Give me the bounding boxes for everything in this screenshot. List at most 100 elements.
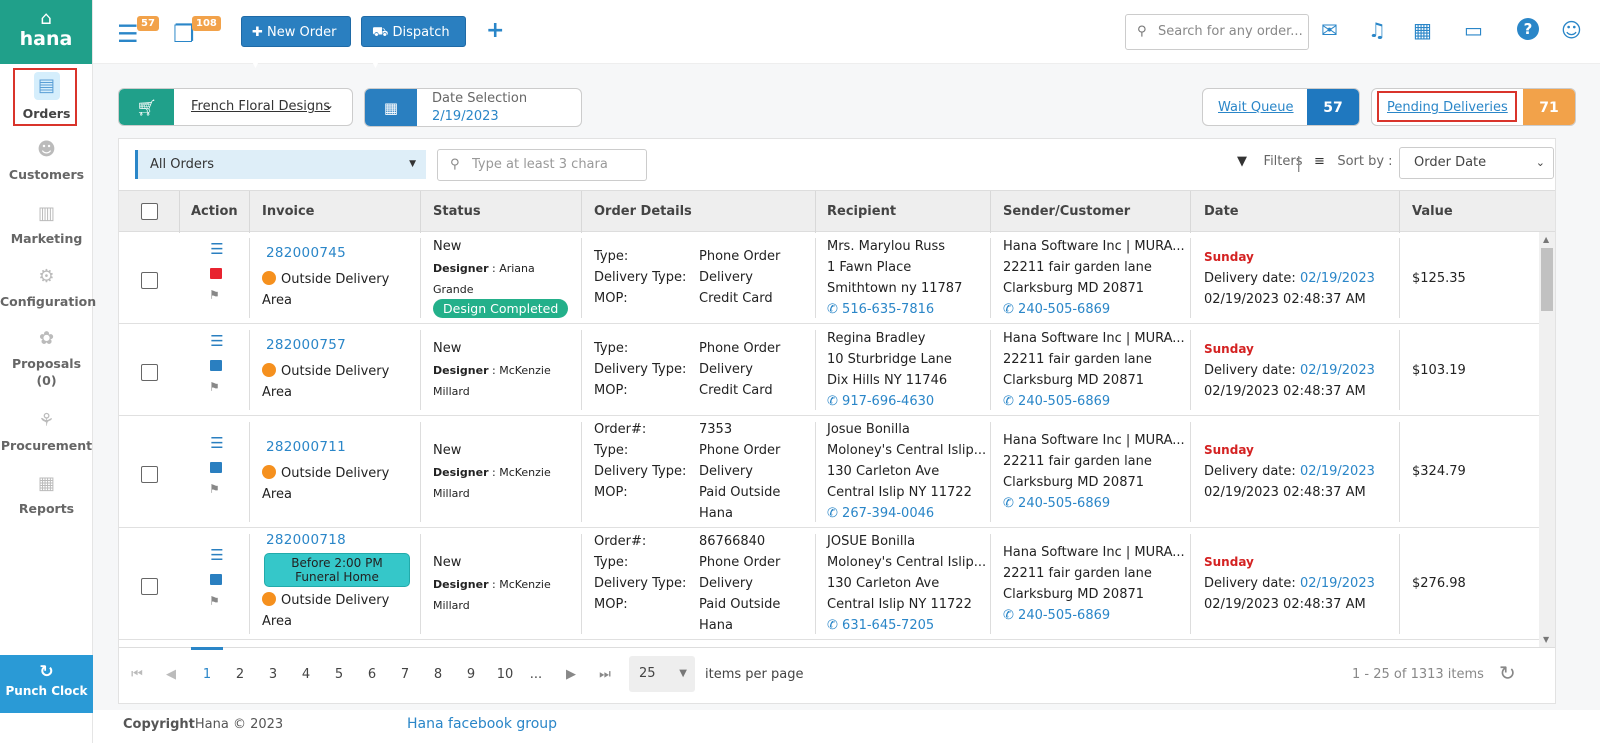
recipient-phone[interactable]: 267-394-0046 xyxy=(842,506,934,521)
help-icon[interactable]: ? xyxy=(1517,18,1539,40)
page-link[interactable]: 6 xyxy=(362,667,382,682)
invoice-link[interactable]: 282000711 xyxy=(266,439,346,455)
page-link[interactable]: 2 xyxy=(230,667,250,682)
recipient-city: Smithtown ny 11787 xyxy=(827,281,963,296)
invoice-link[interactable]: 282000757 xyxy=(266,337,346,353)
facebook-group-link[interactable]: Hana facebook group xyxy=(407,716,557,732)
menu-icon[interactable]: ☰ xyxy=(209,240,225,258)
row-checkbox[interactable] xyxy=(141,466,158,483)
bell-icon[interactable]: ♫ xyxy=(1368,18,1386,42)
sidebar-item-marketing[interactable]: ▥ Marketing xyxy=(0,203,93,246)
header-status[interactable]: Status xyxy=(433,204,481,219)
delivery-date[interactable]: 02/19/2023 xyxy=(1300,363,1375,378)
header-order-details[interactable]: Order Details xyxy=(594,204,692,219)
wait-queue[interactable]: Wait Queue 57 xyxy=(1202,88,1360,126)
page-link[interactable]: 1 xyxy=(197,667,217,682)
calendar-icon[interactable]: ▦ xyxy=(1413,18,1432,42)
row-checkbox[interactable] xyxy=(141,364,158,381)
invoice-link[interactable]: 282000745 xyxy=(266,245,346,261)
page-link[interactable]: 3 xyxy=(263,667,283,682)
menu-icon[interactable]: ☰ xyxy=(209,546,225,564)
store-selector[interactable]: 🛒︎ French Floral Designs ⌄ xyxy=(118,88,353,126)
store-name: French Floral Designs xyxy=(191,99,331,114)
filters-button[interactable]: ▼ Filters xyxy=(1237,154,1303,169)
sender-phone[interactable]: 240-505-6869 xyxy=(1018,496,1110,511)
scroll-down-icon[interactable]: ▼ xyxy=(1543,635,1549,644)
add-tab-icon[interactable]: + xyxy=(486,18,504,43)
mail-icon[interactable]: ✉ xyxy=(1321,18,1338,42)
page-link[interactable]: 9 xyxy=(461,667,481,682)
table-row[interactable]: ☰ ⚑ 282000718 Before 2:00 PM Funeral Hom… xyxy=(119,528,1539,640)
page-link[interactable]: 5 xyxy=(329,667,349,682)
delivery-date[interactable]: 02/19/2023 xyxy=(1300,576,1375,591)
dispatch-button[interactable]: ⛟ Dispatch ▼ xyxy=(361,16,466,70)
table-row[interactable]: ☰ ⚑ 282000757 Outside Delivery Area New … xyxy=(119,324,1539,416)
column-divider xyxy=(1190,191,1191,233)
order-search-input[interactable]: ⚲ Search for any order... xyxy=(1125,14,1309,50)
note-icon[interactable] xyxy=(210,268,222,279)
delivery-date[interactable]: 02/19/2023 xyxy=(1300,271,1375,286)
punch-clock-button[interactable]: ↻ Punch Clock xyxy=(0,655,93,713)
header-recipient[interactable]: Recipient xyxy=(827,204,896,219)
monitor-icon[interactable]: ▭ xyxy=(1464,18,1483,42)
sender-phone[interactable]: 240-505-6869 xyxy=(1018,394,1110,409)
header-sender[interactable]: Sender/Customer xyxy=(1003,204,1130,219)
sender-phone[interactable]: 240-505-6869 xyxy=(1018,608,1110,623)
designer-name-cont: Millard xyxy=(433,385,470,398)
next-page-icon[interactable]: ▶ xyxy=(561,667,581,682)
orders-filter-select[interactable]: All Orders ▼ xyxy=(135,150,426,179)
sidebar-item-procurement[interactable]: ⚘ Procurement xyxy=(0,410,93,453)
header-invoice[interactable]: Invoice xyxy=(262,204,314,219)
prev-page-icon[interactable]: ◀ xyxy=(161,667,181,682)
refresh-icon[interactable]: ↻ xyxy=(1499,661,1516,685)
scroll-thumb[interactable] xyxy=(1541,248,1553,311)
sort-select[interactable]: Order Date ⌄ xyxy=(1399,147,1554,179)
scroll-up-icon[interactable]: ▲ xyxy=(1543,235,1549,244)
stack-icon[interactable]: ☰ xyxy=(117,20,139,48)
recipient-phone[interactable]: 516-635-7816 xyxy=(842,302,934,317)
table-scrollbar[interactable]: ▲ ▼ xyxy=(1539,232,1555,647)
delivery-date[interactable]: 02/19/2023 xyxy=(1300,464,1375,479)
recipient-phone[interactable]: 917-696-4630 xyxy=(842,394,934,409)
header-date[interactable]: Date xyxy=(1204,204,1239,219)
note-icon[interactable] xyxy=(210,360,222,371)
sidebar-item-configuration[interactable]: ⚙ Configuration xyxy=(0,266,96,309)
first-page-icon[interactable]: ⏮ xyxy=(127,667,147,682)
user-icon[interactable]: ☺ xyxy=(1561,18,1582,42)
wait-queue-link[interactable]: Wait Queue xyxy=(1218,100,1294,115)
recipient-phone[interactable]: 631-645-7205 xyxy=(842,618,934,633)
menu-icon[interactable]: ☰ xyxy=(209,434,225,452)
table-row[interactable]: ☰ ⚑ 282000745 Outside Delivery Area New … xyxy=(119,232,1539,324)
select-all-checkbox[interactable] xyxy=(141,203,158,220)
new-order-button[interactable]: ✚ New Order ▼ xyxy=(241,16,351,70)
page-ellipsis[interactable]: ... xyxy=(526,667,546,682)
page-link[interactable]: 7 xyxy=(395,667,415,682)
delivery-time-note: Before 2:00 PM xyxy=(291,556,383,570)
flag-icon[interactable]: ⚑ xyxy=(209,380,220,394)
menu-icon[interactable]: ☰ xyxy=(209,332,225,350)
invoice-link[interactable]: 282000718 xyxy=(266,532,346,548)
sidebar-item-proposals[interactable]: ✿ Proposals (0) xyxy=(0,328,93,391)
page-link[interactable]: 4 xyxy=(296,667,316,682)
table-row[interactable]: ☰ ⚑ 282000711 Outside Delivery Area New … xyxy=(119,416,1539,528)
row-checkbox[interactable] xyxy=(141,578,158,595)
last-page-icon[interactable]: ⏭ xyxy=(595,667,615,682)
note-icon[interactable] xyxy=(210,462,222,473)
sidebar-item-customers[interactable]: ☻ Customers xyxy=(0,139,93,182)
page-link[interactable]: 8 xyxy=(428,667,448,682)
date-selection[interactable]: ▦ Date Selection 2/19/2023 xyxy=(364,88,582,127)
header-value[interactable]: Value xyxy=(1412,204,1453,219)
order-filter-input[interactable]: ⚲ Type at least 3 characters xyxy=(437,149,647,181)
per-page-select[interactable]: 25 ▼ xyxy=(629,656,695,692)
recipient-address: 10 Sturbridge Lane xyxy=(827,352,952,367)
flag-icon[interactable]: ⚑ xyxy=(209,482,220,496)
sender-phone[interactable]: 240-505-6869 xyxy=(1018,302,1110,317)
flag-icon[interactable]: ⚑ xyxy=(209,288,220,302)
row-checkbox[interactable] xyxy=(141,272,158,289)
sidebar-item-reports[interactable]: ▦ Reports xyxy=(0,473,93,516)
hana-logo[interactable]: ⌂ hana xyxy=(0,0,92,64)
page-link[interactable]: 10 xyxy=(492,667,518,682)
note-icon[interactable] xyxy=(210,574,222,585)
sidebar-item-label: Procurement xyxy=(0,438,93,453)
flag-icon[interactable]: ⚑ xyxy=(209,594,220,608)
